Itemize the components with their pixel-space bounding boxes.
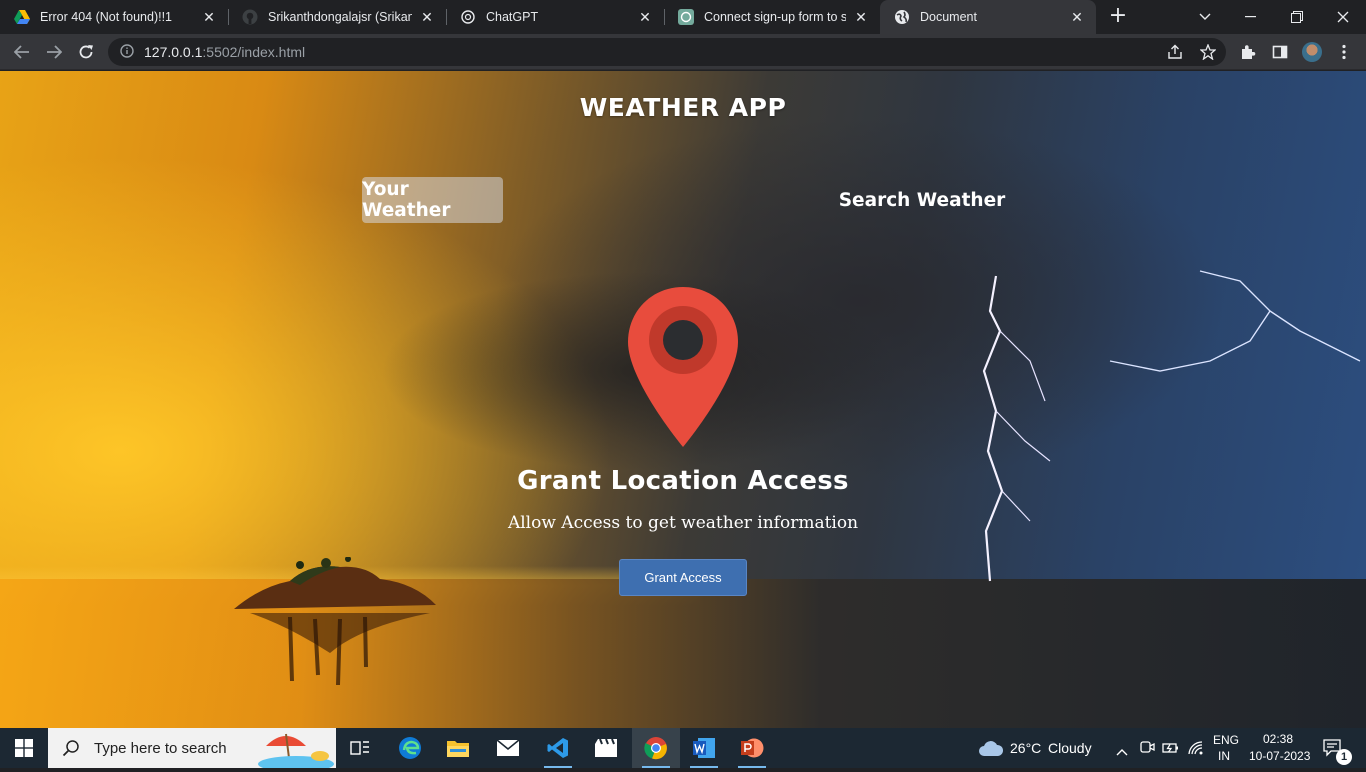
language-indicator-top[interactable]: ENG — [1213, 733, 1239, 747]
clock-date[interactable]: 10-07-2023 — [1249, 749, 1310, 763]
word-icon[interactable] — [680, 728, 728, 768]
your-weather-tab[interactable]: Your Weather — [362, 177, 503, 223]
browser-tab-5-active[interactable]: Document ✕ — [880, 0, 1096, 34]
task-view-icon[interactable] — [336, 728, 384, 768]
tab-title: Document — [920, 10, 977, 24]
browser-tab-2[interactable]: Srikanthdongalajsr (Srikanth ✕ — [228, 0, 446, 34]
chrome-icon[interactable] — [632, 728, 680, 768]
tab-title: ChatGPT — [486, 10, 539, 24]
share-icon[interactable] — [1164, 42, 1186, 62]
tab-title: Srikanthdongalajsr (Srikanth — [268, 10, 412, 24]
cloudy-weather-icon[interactable] — [978, 738, 1004, 762]
forward-button[interactable] — [40, 38, 68, 66]
lightning-decoration — [982, 275, 1051, 582]
weather-temp[interactable]: 26°C — [1010, 740, 1041, 756]
sea-background — [0, 579, 1366, 728]
location-pin-icon — [628, 287, 738, 447]
close-tab-icon[interactable]: ✕ — [852, 9, 870, 26]
video-editor-icon[interactable] — [582, 728, 630, 768]
lightning-decoration — [1109, 270, 1361, 372]
close-tab-icon[interactable]: ✕ — [1068, 9, 1086, 26]
site-info-icon[interactable] — [120, 43, 134, 62]
restore-button[interactable] — [1274, 0, 1320, 34]
url-host: 127.0.0.1 — [144, 44, 203, 60]
address-bar[interactable]: 127.0.0.1:5502/index.html — [108, 38, 1226, 66]
tab-title: Error 404 (Not found)!!1 — [40, 10, 173, 24]
wifi-icon[interactable] — [1188, 740, 1204, 759]
browser-tab-1[interactable]: Error 404 (Not found)!!1 ✕ — [0, 0, 228, 34]
search-highlight-beach-icon — [256, 730, 336, 772]
language-indicator-bottom[interactable]: IN — [1218, 749, 1230, 763]
edge-browser-icon[interactable] — [386, 728, 434, 768]
github-icon — [242, 9, 258, 25]
close-tab-icon[interactable]: ✕ — [200, 9, 218, 26]
weather-desc[interactable]: Cloudy — [1048, 740, 1092, 756]
tab-search-chevron-icon[interactable] — [1182, 0, 1228, 34]
weather-app-page: WEATHER APP Your Weather Search Weather … — [0, 71, 1366, 728]
minimize-button[interactable] — [1228, 0, 1274, 34]
browser-tab-4[interactable]: Connect sign-up form to ser ✕ — [664, 0, 880, 34]
grant-location-heading: Grant Location Access — [517, 466, 849, 496]
island-decoration — [234, 557, 436, 686]
google-drive-icon — [14, 9, 30, 25]
close-tab-icon[interactable]: ✕ — [636, 9, 654, 26]
meet-now-icon[interactable] — [1139, 739, 1155, 759]
notification-badge: 1 — [1336, 749, 1352, 765]
side-panel-icon[interactable] — [1266, 38, 1294, 66]
more-menu-icon[interactable] — [1330, 38, 1358, 66]
globe-icon — [894, 9, 910, 25]
windows-start-icon[interactable] — [0, 728, 48, 768]
browser-toolbar: 127.0.0.1:5502/index.html — [0, 34, 1366, 70]
file-explorer-icon[interactable] — [434, 728, 482, 768]
search-icon — [62, 739, 80, 757]
battery-charging-icon[interactable] — [1162, 740, 1180, 759]
app-title: WEATHER APP — [579, 93, 787, 122]
reload-button[interactable] — [72, 38, 100, 66]
clock-time[interactable]: 02:38 — [1263, 732, 1293, 746]
new-tab-button[interactable]: + — [1106, 5, 1130, 29]
browser-tab-strip: Error 404 (Not found)!!1 ✕ Srikanthdonga… — [0, 0, 1366, 34]
grant-access-button[interactable]: Grant Access — [619, 559, 747, 596]
extensions-puzzle-icon[interactable] — [1234, 38, 1262, 66]
openai-icon — [678, 9, 694, 25]
back-button[interactable] — [8, 38, 36, 66]
url-path: :5502/index.html — [202, 44, 306, 60]
openai-icon — [460, 9, 476, 25]
close-window-button[interactable] — [1320, 0, 1366, 34]
powerpoint-icon[interactable] — [728, 728, 776, 768]
bookmark-star-icon[interactable] — [1197, 42, 1219, 62]
browser-tab-3[interactable]: ChatGPT ✕ — [446, 0, 664, 34]
profile-avatar[interactable] — [1302, 42, 1322, 62]
search-placeholder: Type here to search — [94, 739, 227, 757]
show-hidden-icons-chevron-icon[interactable] — [1116, 741, 1128, 760]
close-tab-icon[interactable]: ✕ — [418, 9, 436, 26]
tab-title: Connect sign-up form to ser — [704, 10, 846, 24]
vscode-icon[interactable] — [534, 728, 582, 768]
search-weather-tab[interactable]: Search Weather — [836, 177, 1008, 223]
url-text: 127.0.0.1:5502/index.html — [144, 44, 305, 60]
mail-icon[interactable] — [484, 728, 532, 768]
taskbar-search-box[interactable]: Type here to search — [48, 728, 336, 772]
grant-location-subtitle: Allow Access to get weather information — [507, 513, 859, 533]
windows-taskbar: Type here to search 26°C Cloudy ENG IN 0… — [0, 728, 1366, 772]
